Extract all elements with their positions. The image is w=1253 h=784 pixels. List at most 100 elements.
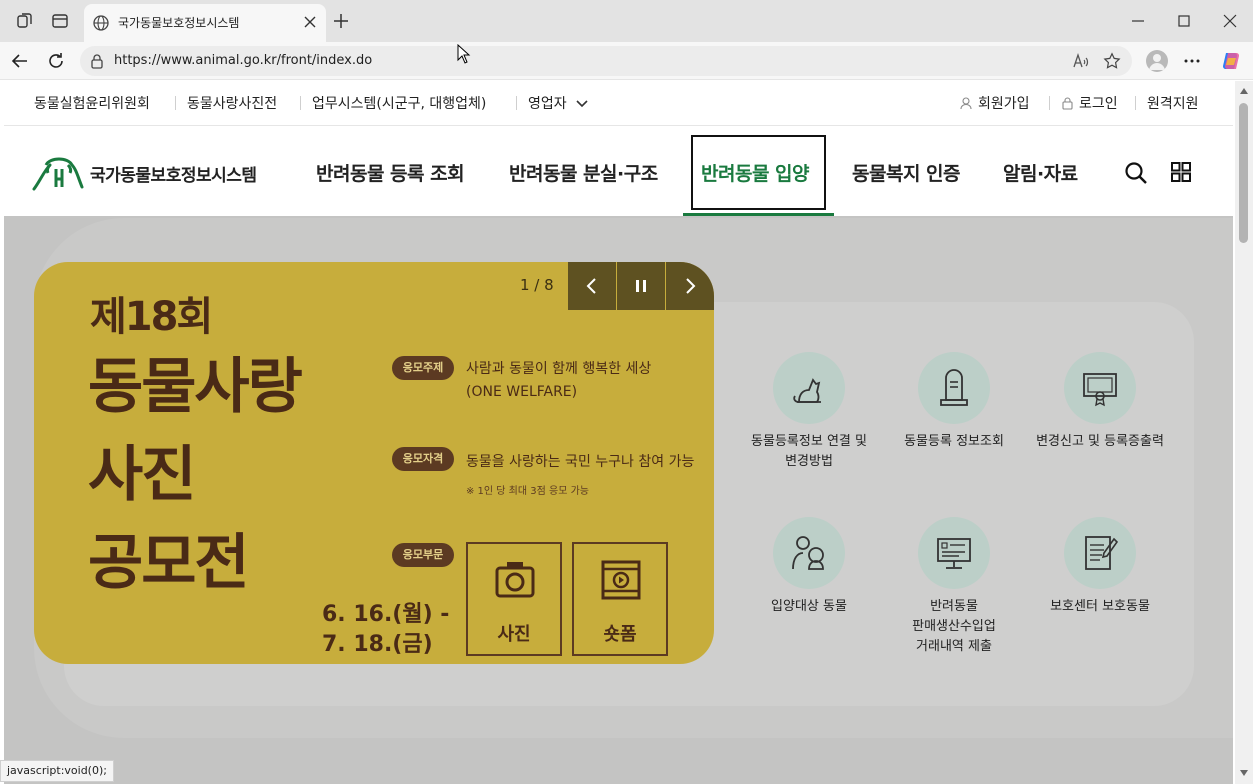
menu-pet-registration[interactable]: 반려동물 등록 조회 [316, 159, 465, 186]
read-aloud-icon[interactable] [1072, 52, 1090, 70]
quick-link-circle [918, 352, 990, 424]
mouse-cursor-icon [457, 44, 471, 64]
dog-icon [793, 378, 821, 403]
quick-link-circle [1064, 352, 1136, 424]
entry-limit-note: ※ 1인 당 최대 3점 응모 가능 [466, 486, 589, 497]
quick-link-label[interactable]: 변경신고 및 등록증출력 [1015, 432, 1185, 452]
hero-section: 1 / 8 제18회 동물사랑 사진 공모전 응모주제 사람과 동물이 함께 행… [4, 216, 1233, 784]
close-tab-icon[interactable] [301, 13, 319, 31]
theme-subtext: (ONE WELFARE) [466, 384, 578, 400]
tombstone-icon [940, 369, 968, 406]
new-tab-icon[interactable] [332, 12, 350, 30]
category-tag: 응모부문 [392, 543, 454, 567]
shortform-category-label: 숏폼 [603, 624, 637, 645]
chevron-right-icon [686, 278, 696, 294]
chevron-down-icon[interactable] [576, 97, 588, 109]
divider [1135, 96, 1136, 110]
scroll-down-arrow-icon[interactable] [1239, 769, 1249, 777]
main-navigation: 국가동물보호정보시스템 반려동물 등록 조회 반려동물 분실·구조 반려동물 입… [4, 127, 1233, 216]
theme-tag: 응모주제 [392, 356, 454, 380]
photo-category-label: 사진 [497, 624, 531, 645]
prev-slide-button[interactable] [568, 262, 616, 310]
sitemap-grid-icon[interactable] [1170, 161, 1192, 183]
business-owner-dropdown[interactable]: 영업자 [528, 93, 567, 113]
user-icon [960, 97, 972, 110]
quick-link-circle [1064, 517, 1136, 589]
divider [516, 96, 517, 110]
film-play-icon [601, 560, 641, 600]
site-logo-icon[interactable] [32, 151, 86, 191]
person-dog-icon [792, 536, 824, 570]
tab-actions-icon[interactable] [51, 12, 69, 30]
photo-contest-link[interactable]: 동물사랑사진전 [187, 93, 277, 113]
next-slide-button[interactable] [666, 262, 714, 310]
lock-icon[interactable] [89, 53, 105, 69]
quick-link-circle [918, 517, 990, 589]
camera-icon [495, 562, 535, 598]
divider [175, 96, 176, 110]
notepad-icon [1085, 536, 1119, 570]
menu-notices-resources[interactable]: 알림·자료 [1003, 159, 1078, 186]
tab-title: 국가동물보호정보시스템 [118, 16, 240, 30]
close-window-icon[interactable] [1221, 12, 1239, 30]
divider [1049, 96, 1050, 110]
slide-counter: 1 / 8 [520, 276, 554, 294]
favorite-star-icon[interactable] [1103, 52, 1121, 70]
contest-banner[interactable]: 1 / 8 제18회 동물사랑 사진 공모전 응모주제 사람과 동물이 함께 행… [34, 262, 714, 664]
utility-bar: 동물실험윤리위원회 동물사랑사진전 업무시스템(시군구, 대행업체) 영업자 회… [4, 81, 1233, 126]
maximize-icon[interactable] [1175, 12, 1193, 30]
profile-avatar[interactable] [1146, 50, 1168, 72]
quick-link-circle [773, 352, 845, 424]
globe-icon [93, 15, 109, 31]
back-arrow-icon[interactable] [10, 51, 30, 71]
page-scrollbar[interactable] [1235, 81, 1253, 784]
quick-link-label[interactable]: 동물등록 정보조회 [869, 432, 1039, 452]
pause-slide-button[interactable] [617, 262, 665, 310]
date-end: 7. 18.(금) [322, 632, 433, 657]
site-logo-text[interactable]: 국가동물보호정보시스템 [90, 161, 257, 186]
scroll-up-arrow-icon[interactable] [1239, 87, 1249, 95]
eligibility-tag: 응모자격 [392, 447, 454, 471]
scrollbar-thumb[interactable] [1239, 103, 1248, 243]
banner-title-line-3: 공모전 [88, 528, 250, 598]
quick-link-label[interactable]: 반려동물 판매생산수입업 거래내역 제출 [869, 597, 1039, 657]
browser-tab-bar: 국가동물보호정보시스템 [0, 0, 1253, 42]
certificate-icon [1083, 373, 1117, 407]
banner-title-line-2: 사진 [88, 440, 196, 510]
date-start: 6. 16.(월) - [322, 602, 450, 627]
more-options-icon[interactable] [1182, 51, 1202, 71]
url-text[interactable]: https://www.animal.go.kr/front/index.do [114, 53, 372, 68]
banner-title-line-1: 동물사랑 [88, 352, 303, 422]
monitor-document-icon [937, 538, 971, 569]
menu-welfare-certification[interactable]: 동물복지 인증 [852, 159, 961, 186]
lock-icon [1062, 97, 1073, 110]
quick-link-label[interactable]: 보호센터 보호동물 [1015, 597, 1185, 617]
refresh-icon[interactable] [46, 51, 66, 71]
person-icon [1149, 54, 1165, 70]
login-link[interactable]: 로그인 [1079, 93, 1118, 113]
url-field[interactable]: https://www.animal.go.kr/front/index.do [80, 46, 1132, 76]
menu-pet-lost-rescue[interactable]: 반려동물 분실·구조 [509, 159, 658, 186]
search-icon[interactable] [1124, 161, 1148, 185]
copilot-icon[interactable] [1220, 50, 1242, 72]
photo-category-box: 사진 [466, 542, 562, 656]
banner-edition: 제18회 [90, 294, 213, 340]
animal-ethics-committee-link[interactable]: 동물실험윤리위원회 [34, 93, 150, 113]
minimize-icon[interactable] [1129, 12, 1147, 30]
address-bar: https://www.animal.go.kr/front/index.do [0, 42, 1253, 80]
eligibility-text: 동물을 사랑하는 국민 누구나 참여 가능 [466, 454, 695, 470]
remote-support-link[interactable]: 원격지원 [1147, 93, 1199, 113]
pause-icon [636, 280, 646, 292]
quick-link-circle [773, 517, 845, 589]
signup-link[interactable]: 회원가입 [978, 93, 1030, 113]
theme-text: 사람과 동물이 함께 행복한 세상 [466, 361, 652, 377]
workspaces-icon[interactable] [16, 12, 34, 30]
web-page: 동물실험윤리위원회 동물사랑사진전 업무시스템(시군구, 대행업체) 영업자 회… [4, 81, 1233, 784]
menu-pet-adoption[interactable]: 반려동물 입양 [701, 159, 810, 186]
shortform-category-box: 숏폼 [572, 542, 668, 656]
chevron-left-icon [586, 278, 596, 294]
divider [300, 96, 301, 110]
business-system-link[interactable]: 업무시스템(시군구, 대행업체) [312, 93, 486, 113]
browser-status-bar: javascript:void(0); [0, 760, 114, 782]
browser-tab[interactable]: 국가동물보호정보시스템 [84, 4, 326, 42]
